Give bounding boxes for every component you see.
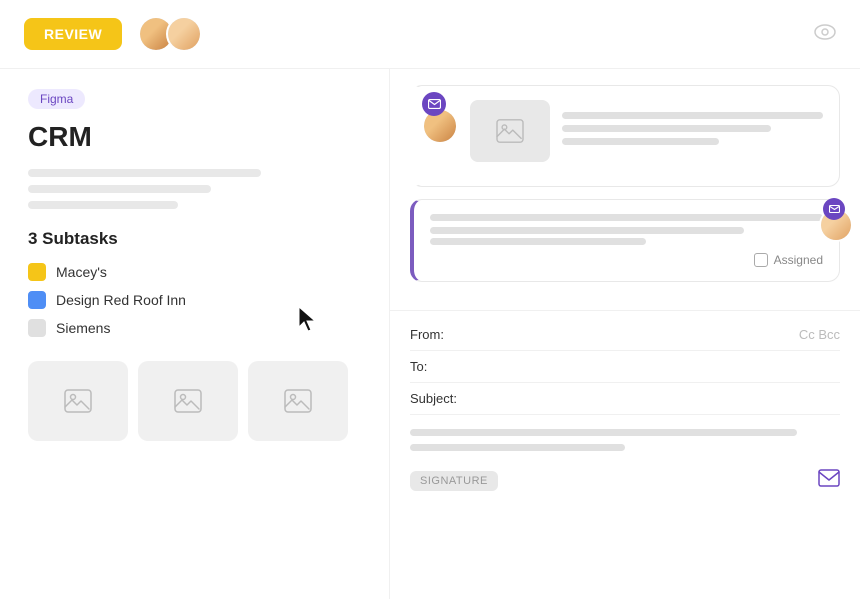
card-2-lines	[430, 214, 823, 245]
subtask-label-3: Siemens	[56, 320, 110, 336]
card-2-avatar-container	[827, 208, 853, 242]
left-panel: Figma CRM 3 Subtasks Macey's Design Red …	[0, 69, 390, 599]
desc-line-1	[28, 169, 261, 177]
thumbnail-1	[28, 361, 128, 441]
header-left: REVIEW	[24, 16, 202, 52]
thumbnails	[28, 361, 361, 441]
email-to-field: To:	[410, 359, 840, 374]
list-item: Siemens	[28, 319, 361, 337]
description-lines	[28, 169, 361, 209]
email-divider-3	[410, 414, 840, 415]
card-1-lines	[562, 112, 823, 151]
card-2-email-badge	[823, 198, 845, 220]
email-from-field: From: Cc Bcc	[410, 327, 840, 342]
desc-line-2	[28, 185, 211, 193]
message-area: Assigned	[390, 69, 860, 311]
desc-line-3	[28, 201, 178, 209]
subtasks-title: 3 Subtasks	[28, 229, 361, 249]
header: REVIEW	[0, 0, 860, 69]
compose-line	[410, 444, 625, 451]
signature-badge: SIGNATURE	[410, 471, 498, 491]
msg-avatar-outer-1	[430, 100, 458, 144]
list-item: Macey's	[28, 263, 361, 281]
send-icon[interactable]	[818, 467, 840, 495]
assigned-checkbox[interactable]	[754, 253, 768, 267]
compose-footer: SIGNATURE	[410, 467, 840, 495]
card-line	[430, 227, 744, 234]
email-divider-1	[410, 350, 840, 351]
card-line	[562, 125, 771, 132]
crm-title: CRM	[28, 121, 361, 153]
card-line	[562, 112, 823, 119]
card-line	[562, 138, 719, 145]
avatar-2	[166, 16, 202, 52]
thumbnail-3	[248, 361, 348, 441]
email-divider-2	[410, 382, 840, 383]
card-1-body	[470, 100, 823, 162]
card-line	[430, 214, 823, 221]
thumbnail-2	[138, 361, 238, 441]
subtask-list: Macey's Design Red Roof Inn Siemens	[28, 263, 361, 337]
card-line	[430, 238, 646, 245]
right-panel: Assigned From:	[390, 69, 860, 599]
card-1-header	[430, 100, 823, 162]
cc-bcc: Cc Bcc	[799, 327, 840, 342]
assigned-label: Assigned	[774, 253, 823, 267]
main: Figma CRM 3 Subtasks Macey's Design Red …	[0, 69, 860, 599]
message-card-1	[410, 85, 840, 187]
subtask-icon-gray	[28, 319, 46, 337]
assigned-row: Assigned	[430, 253, 823, 267]
subject-label: Subject:	[410, 391, 465, 406]
avatars	[138, 16, 202, 52]
review-button[interactable]: REVIEW	[24, 18, 122, 50]
card-1-image	[470, 100, 550, 162]
eye-icon[interactable]	[814, 23, 836, 46]
to-label: To:	[410, 359, 465, 374]
compose-line	[410, 429, 797, 436]
subtask-icon-yellow	[28, 263, 46, 281]
subtask-label-2: Design Red Roof Inn	[56, 292, 186, 308]
figma-badge: Figma	[28, 89, 85, 109]
email-icon-1	[422, 92, 446, 116]
from-label: From:	[410, 327, 465, 342]
email-subject-field: Subject:	[410, 391, 840, 406]
subtask-label-1: Macey's	[56, 264, 107, 280]
subtask-icon-blue	[28, 291, 46, 309]
compose-lines	[410, 429, 840, 451]
email-compose: From: Cc Bcc To: Subject: SIGNATURE	[390, 311, 860, 599]
list-item: Design Red Roof Inn	[28, 291, 361, 309]
message-card-2: Assigned	[410, 199, 840, 282]
